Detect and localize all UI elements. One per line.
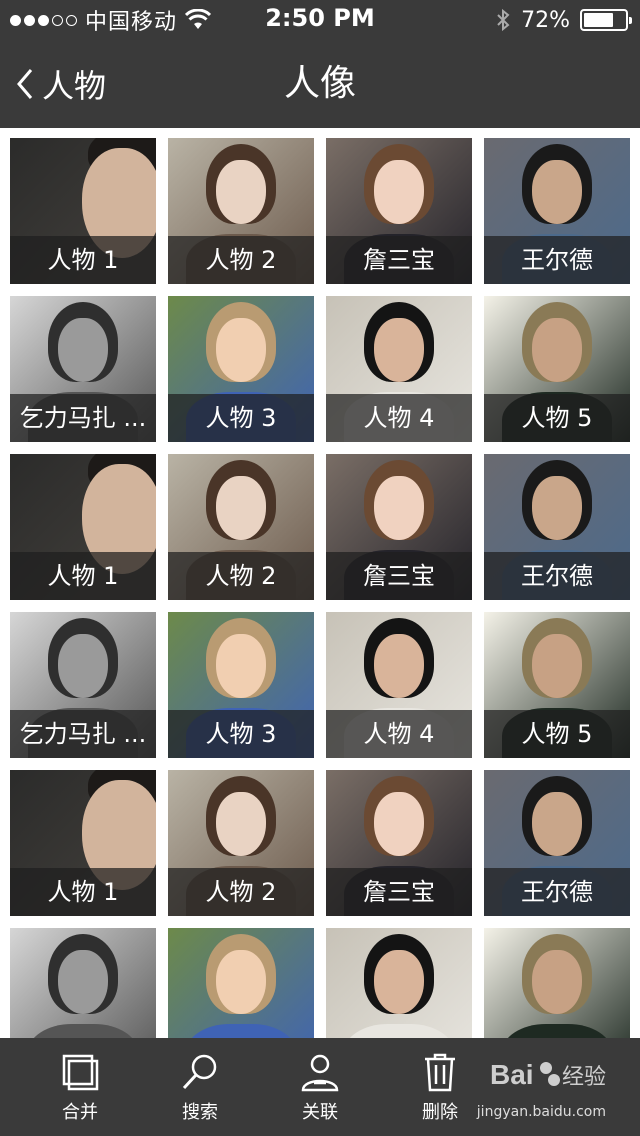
bluetooth-icon — [497, 8, 510, 32]
svg-text:经验: 经验 — [562, 1065, 606, 1090]
merge-button[interactable]: 合并 — [20, 1038, 140, 1136]
portrait-thumbnail — [10, 928, 156, 1038]
navigation-bar: 人物 人像 — [0, 40, 640, 128]
photo-tile[interactable] — [10, 928, 156, 1038]
photo-grid-scroll-area[interactable]: 人物 1 人物 2 詹三宝 王尔德 乞力马扎 ... 人物 3 人物 4 人物 5 人物 1 人物… — [0, 128, 640, 1038]
photo-tile[interactable]: 人物 2 — [168, 454, 314, 600]
status-bar: 中国移动 2:50 PM 72% — [0, 0, 640, 40]
photo-tile[interactable]: 詹三宝 — [326, 138, 472, 284]
merge-icon — [62, 1054, 99, 1091]
photo-tile-label: 人物 3 — [168, 710, 314, 758]
svg-text:Bai: Bai — [490, 1059, 534, 1090]
photo-tile-label: 人物 2 — [168, 868, 314, 916]
battery-icon — [580, 9, 632, 31]
photo-tile[interactable]: 人物 3 — [168, 612, 314, 758]
trash-icon — [425, 1053, 455, 1092]
photo-tile[interactable]: 人物 1 — [10, 138, 156, 284]
photo-tile-label: 人物 1 — [10, 236, 156, 284]
photo-tile[interactable]: 人物 4 — [326, 612, 472, 758]
photo-tile[interactable]: 人物 5 — [484, 612, 630, 758]
battery-level-fill — [584, 13, 613, 27]
associate-button[interactable]: 关联 — [260, 1038, 380, 1136]
photo-tile-label: 詹三宝 — [326, 552, 472, 600]
photo-tile-label: 乞力马扎 ... — [10, 394, 156, 442]
photo-tile[interactable]: 王尔德 — [484, 770, 630, 916]
search-button[interactable]: 搜索 — [140, 1038, 260, 1136]
search-icon — [182, 1054, 217, 1090]
delete-button-label: 删除 — [422, 1102, 458, 1123]
photo-tile[interactable]: 王尔德 — [484, 138, 630, 284]
photo-tile-label: 人物 4 — [326, 710, 472, 758]
photo-tile[interactable]: 乞力马扎 ... — [10, 296, 156, 442]
delete-button[interactable]: 删除 — [380, 1038, 500, 1136]
battery-percent: 72% — [521, 7, 570, 33]
photo-tile-label: 人物 5 — [484, 394, 630, 442]
search-button-label: 搜索 — [182, 1102, 218, 1123]
photo-grid: 人物 1 人物 2 詹三宝 王尔德 乞力马扎 ... 人物 3 人物 4 人物 5 人物 1 人物… — [10, 138, 631, 1038]
photo-tile-label: 詹三宝 — [326, 868, 472, 916]
photo-tile-label: 乞力马扎 ... — [10, 710, 156, 758]
photo-tile[interactable]: 人物 1 — [10, 770, 156, 916]
photo-tile-label: 詹三宝 — [326, 236, 472, 284]
photo-tile-label: 人物 1 — [10, 552, 156, 600]
photo-tile-label: 人物 2 — [168, 236, 314, 284]
page-title: 人像 — [283, 63, 356, 104]
portrait-thumbnail — [168, 928, 314, 1038]
photo-tile[interactable]: 人物 4 — [326, 296, 472, 442]
watermark-url: jingyan.baidu.com — [476, 1104, 606, 1120]
photo-tile-label: 人物 1 — [10, 868, 156, 916]
photo-tile-label: 人物 2 — [168, 552, 314, 600]
photo-tile[interactable]: 詹三宝 — [326, 454, 472, 600]
photo-tile[interactable] — [484, 928, 630, 1038]
photo-tile-label: 人物 3 — [168, 394, 314, 442]
photo-tile[interactable]: 人物 2 — [168, 138, 314, 284]
photo-tile-label: 人物 4 — [326, 394, 472, 442]
portrait-thumbnail — [484, 928, 630, 1038]
photo-tile[interactable]: 人物 5 — [484, 296, 630, 442]
portrait-thumbnail — [326, 928, 472, 1038]
photo-tile[interactable]: 王尔德 — [484, 454, 630, 600]
person-link-icon — [301, 1054, 339, 1092]
merge-button-label: 合并 — [62, 1102, 98, 1123]
photo-tile[interactable]: 人物 2 — [168, 770, 314, 916]
status-right: 72% — [495, 6, 632, 34]
photo-tile[interactable] — [168, 928, 314, 1038]
photo-tile[interactable]: 人物 1 — [10, 454, 156, 600]
photo-tile[interactable]: 人物 3 — [168, 296, 314, 442]
associate-button-label: 关联 — [302, 1102, 338, 1123]
photo-tile[interactable] — [326, 928, 472, 1038]
photo-tile-label: 人物 5 — [484, 710, 630, 758]
photo-tile[interactable]: 詹三宝 — [326, 770, 472, 916]
photo-tile-label: 王尔德 — [484, 868, 630, 916]
photo-tile-label: 王尔德 — [484, 236, 630, 284]
photo-tile[interactable]: 乞力马扎 ... — [10, 612, 156, 758]
photo-tile-label: 王尔德 — [484, 552, 630, 600]
